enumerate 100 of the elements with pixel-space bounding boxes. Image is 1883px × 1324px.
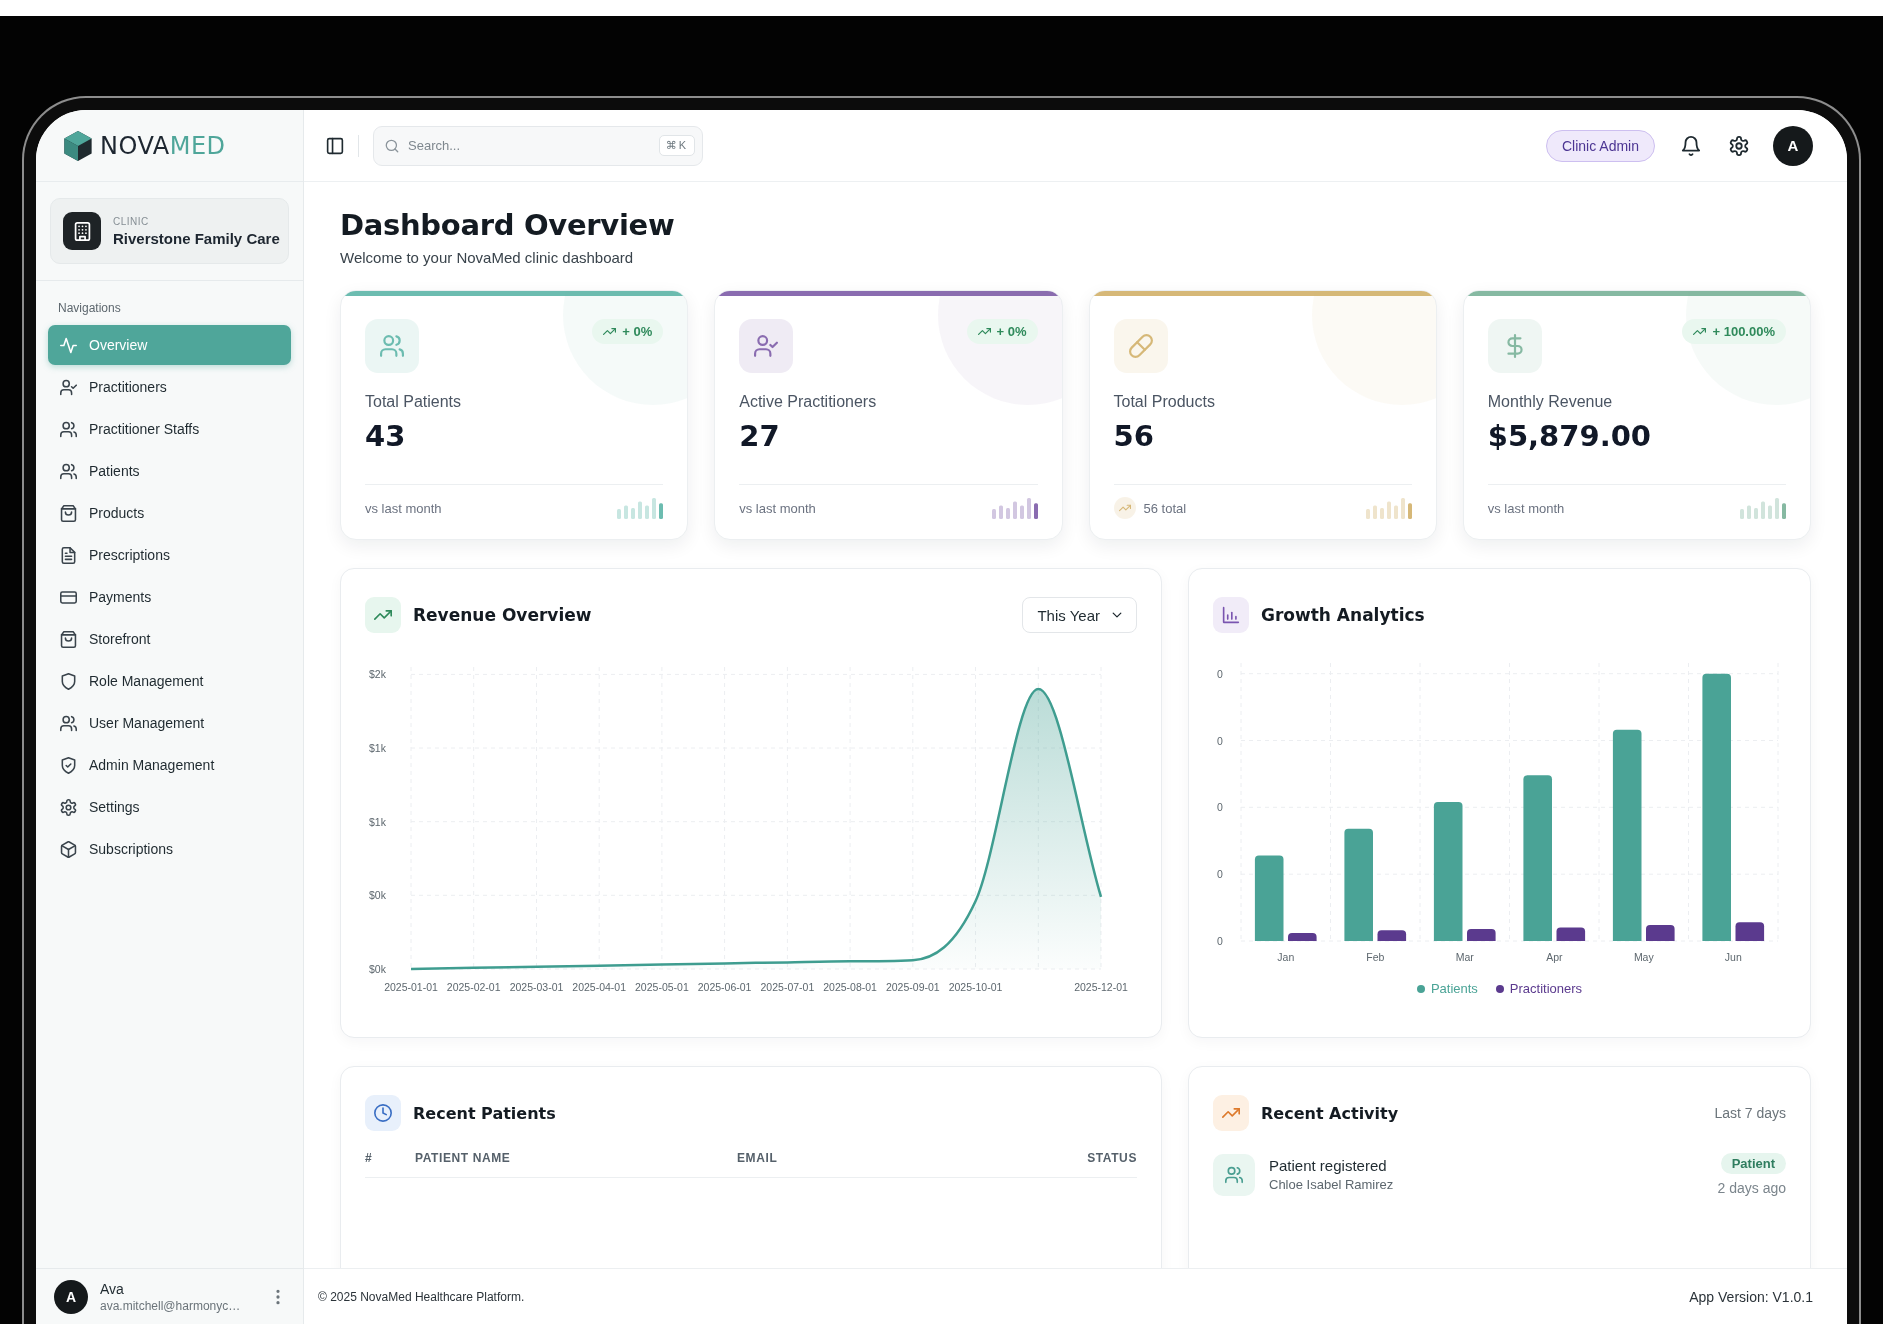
x-axis-label: 2025-10-01 xyxy=(948,981,1003,993)
user-check-icon xyxy=(60,378,77,396)
x-axis-label: 2025-12-01 xyxy=(1074,981,1128,993)
y-axis-label: 0 xyxy=(1217,935,1223,947)
nav-item[interactable]: Products xyxy=(48,493,291,533)
stat-value: 43 xyxy=(365,419,407,453)
stat-footnote: vs last month xyxy=(739,500,816,516)
copyright-text: © 2025 NovaMed Healthcare Platform. xyxy=(318,1289,525,1304)
mini-bar-sparkline xyxy=(1365,497,1412,519)
column-header: # xyxy=(365,1151,374,1165)
trend-up-icon xyxy=(1213,1095,1249,1131)
x-axis-label: 2025-06-01 xyxy=(697,981,752,993)
app-version: App Version: V1.0.1 xyxy=(1689,1288,1813,1305)
x-axis-label: May xyxy=(1633,951,1654,963)
clock-icon xyxy=(365,1095,401,1131)
nav-item[interactable]: Patients xyxy=(48,451,291,491)
y-axis-label: 0 xyxy=(1217,667,1223,680)
nav-item[interactable]: Settings xyxy=(48,787,291,827)
time-range-label: Last 7 days xyxy=(1714,1105,1786,1121)
trend-up-icon xyxy=(603,325,617,338)
nav-item[interactable]: Subscriptions xyxy=(48,829,291,869)
y-axis-label: $0k xyxy=(369,963,386,975)
column-header: STATUS xyxy=(1086,1151,1137,1165)
x-axis-label: 2025-07-01 xyxy=(760,981,815,993)
x-axis-label: 2025-08-01 xyxy=(823,981,877,993)
stat-value: $5,879.00 xyxy=(1487,419,1653,453)
pulse-line-icon xyxy=(60,336,77,354)
user-name: Ava xyxy=(100,1280,125,1297)
card-title: Growth Analytics xyxy=(1261,605,1425,625)
users-icon xyxy=(60,462,77,480)
trend-value: + 100.00% xyxy=(1712,324,1775,339)
users-icon xyxy=(60,714,77,732)
settings-icon[interactable] xyxy=(1729,135,1749,156)
x-axis-label: 2025-04-01 xyxy=(572,981,627,993)
legend-label: Practitioners xyxy=(1509,981,1583,996)
user-avatar: A xyxy=(54,1279,88,1314)
settings-icon xyxy=(60,798,77,816)
nav-item[interactable]: Practitioner Staffs xyxy=(48,409,291,449)
nav-item[interactable]: Payments xyxy=(48,577,291,617)
chart-bar xyxy=(1556,927,1586,941)
chart-bar xyxy=(1467,929,1496,941)
y-axis-label: 0 xyxy=(1217,734,1223,747)
sidebar-toggle-icon[interactable] xyxy=(326,136,344,155)
activity-title: Patient registered xyxy=(1269,1157,1388,1174)
stat-label: Active Practitioners xyxy=(739,393,878,411)
x-axis-label: Feb xyxy=(1366,951,1385,963)
chart-bar xyxy=(1288,933,1317,941)
notifications-icon[interactable] xyxy=(1681,135,1701,156)
activity-time: 2 days ago xyxy=(1717,1180,1786,1196)
y-axis-label: 0 xyxy=(1217,868,1223,881)
y-axis-label: $1k xyxy=(369,742,386,754)
stat-label: Total Patients xyxy=(365,393,463,411)
shield-check-icon xyxy=(60,756,77,774)
shield-icon xyxy=(60,672,77,690)
x-axis-label: Jan xyxy=(1277,951,1295,963)
users-icon xyxy=(1213,1153,1255,1196)
nav-section-heading: Navigations xyxy=(57,300,122,317)
user-role-label: Clinic Admin xyxy=(1545,129,1655,162)
x-axis-label: 2025-03-01 xyxy=(509,981,564,993)
column-header: EMAIL xyxy=(737,1151,779,1165)
user-email: ava.mitchell@harmonyc… xyxy=(100,1298,242,1313)
trend-up-icon xyxy=(1113,497,1136,519)
dollar-sign-icon xyxy=(1487,319,1542,373)
users-icon xyxy=(60,420,77,438)
trend-up-icon xyxy=(365,597,401,633)
trend-value: + 0% xyxy=(622,324,653,339)
x-axis-label: Jun xyxy=(1724,951,1742,963)
chart-bar xyxy=(1377,930,1407,941)
nav-item[interactable]: Prescriptions xyxy=(48,535,291,575)
x-axis-label: 2025-05-01 xyxy=(635,981,689,993)
stat-footnote: vs last month xyxy=(365,500,442,516)
period-select[interactable]: This Year xyxy=(1022,597,1137,633)
card-title: Recent Patients xyxy=(413,1103,556,1123)
trend-up-icon xyxy=(977,325,991,338)
x-axis-label: Mar xyxy=(1455,951,1474,963)
stat-label: Monthly Revenue xyxy=(1487,393,1614,411)
nav-item[interactable]: Role Management xyxy=(48,661,291,701)
nav-item[interactable]: Admin Management xyxy=(48,745,291,785)
trend-value: + 0% xyxy=(996,324,1027,339)
nav-item[interactable]: Practitioners xyxy=(48,367,291,407)
x-axis-label: Apr xyxy=(1546,951,1563,963)
clinic-caption: CLINIC xyxy=(113,215,150,227)
nav-item[interactable]: Storefront xyxy=(48,619,291,659)
credit-card-icon xyxy=(60,588,77,606)
bar-chart-icon xyxy=(1213,597,1249,633)
cube-icon xyxy=(60,840,77,858)
x-axis-label: 2025-09-01 xyxy=(885,981,940,993)
profile-avatar[interactable]: A xyxy=(1773,125,1813,166)
mini-bar-sparkline xyxy=(1740,497,1786,519)
user-check-icon xyxy=(739,319,794,373)
page-subtitle: Welcome to your NovaMed clinic dashboard xyxy=(340,249,635,266)
card-title: Revenue Overview xyxy=(413,605,592,625)
y-axis-label: 0 xyxy=(1217,801,1223,814)
mini-bar-sparkline xyxy=(617,497,664,519)
nav-item[interactable]: User Management xyxy=(48,703,291,743)
y-axis-label: $2k xyxy=(369,668,386,681)
stat-value: 56 xyxy=(1113,419,1155,453)
cube-logo-icon xyxy=(64,130,92,161)
card-title: Recent Activity xyxy=(1261,1103,1399,1123)
page-title: Dashboard Overview xyxy=(340,208,676,242)
